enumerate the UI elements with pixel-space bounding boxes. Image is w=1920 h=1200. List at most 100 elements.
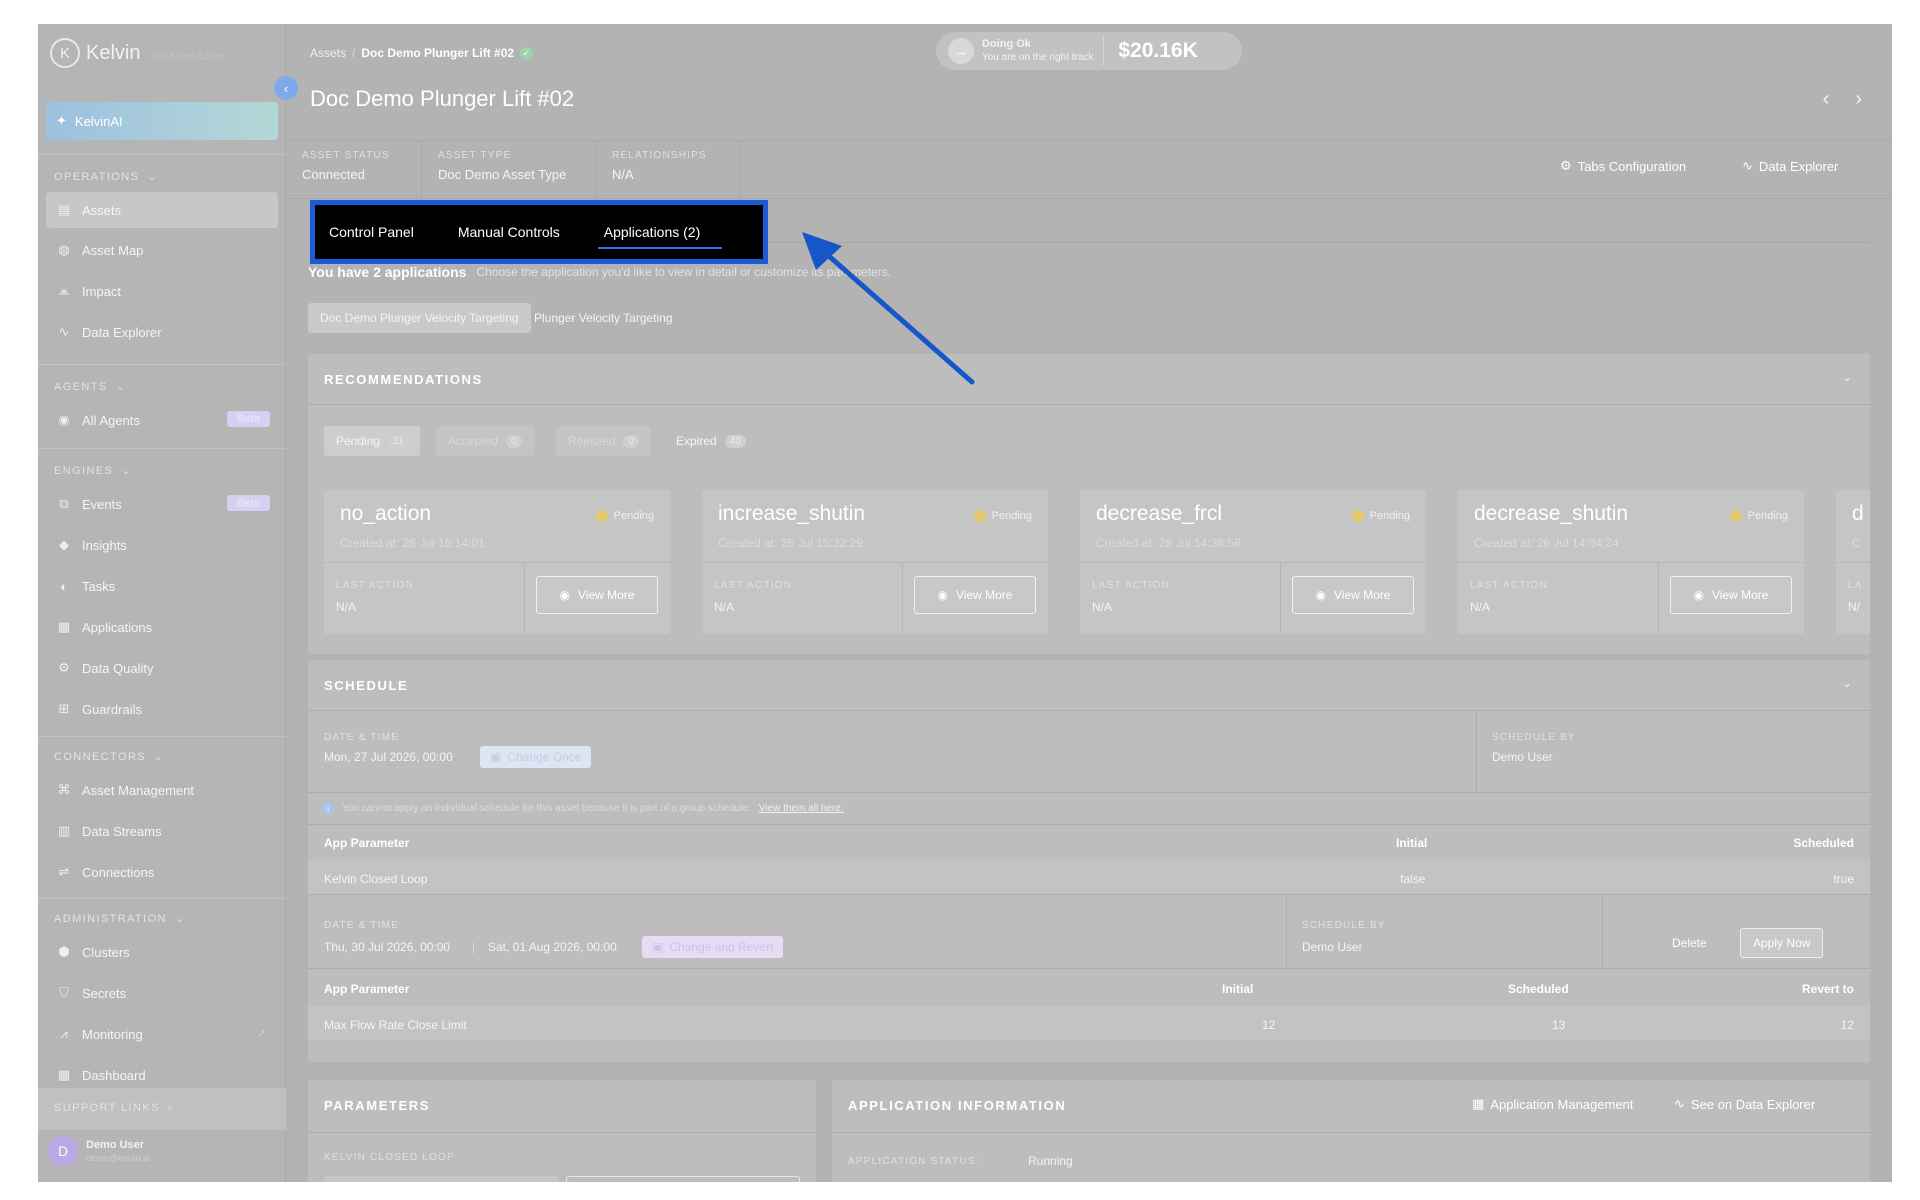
divider [1658, 562, 1659, 634]
pending-dot-icon [1729, 510, 1742, 522]
parameter-button[interactable] [566, 1176, 800, 1182]
parameters-title: PARAMETERS [324, 1098, 431, 1113]
filter-count: 0 [623, 434, 639, 448]
section-agents[interactable]: AGENTS ⌄ [54, 380, 126, 394]
tasks-icon: ◐ [60, 578, 68, 594]
sidebar-item-asset-map[interactable]: ◍ Asset Map [46, 232, 278, 268]
beta-badge: Beta [227, 411, 270, 427]
button-label: View More [1712, 588, 1769, 602]
recommendation-card[interactable]: decrease_shutin Pending Created at: 26 J… [1458, 490, 1804, 634]
sidebar-item-label: Secrets [82, 985, 127, 1001]
filter-expired[interactable]: Expired 40 [664, 426, 758, 456]
sidebar-item-applications[interactable]: ▦ Applications [46, 609, 278, 645]
support-links-bar[interactable]: SUPPORT LINKS › [38, 1088, 286, 1130]
view-more-button[interactable]: ◉ View More [1670, 576, 1792, 614]
sidebar-item-guardrails[interactable]: ⊞ Guardrails [46, 691, 278, 727]
apply-now-button[interactable]: Apply Now [1740, 928, 1824, 958]
breadcrumb-assets-link[interactable]: Assets [310, 46, 346, 60]
parameter-input[interactable] [324, 1176, 558, 1182]
filter-accepted[interactable]: Accepted 0 [436, 426, 534, 456]
asset-tabs: Control Panel Manual Controls Applicatio… [310, 200, 768, 264]
chevron-down-icon[interactable]: ⌄ [1842, 676, 1852, 690]
arrow-right-icon: → [948, 38, 974, 64]
sidebar-item-assets[interactable]: ▤ Assets [46, 192, 278, 228]
filter-pending[interactable]: Pending 11 [324, 426, 421, 456]
tab-control-panel[interactable]: Control Panel [329, 219, 436, 245]
sidebar-item-clusters[interactable]: ⬢ Clusters [46, 934, 278, 970]
section-engines[interactable]: ENGINES ⌄ [54, 464, 132, 478]
date-time-label: DATE & TIME [324, 732, 400, 743]
see-on-data-explorer-button[interactable]: ∿ See on Data Explorer [1674, 1096, 1815, 1112]
tabs-underline [768, 242, 1870, 243]
view-more-button[interactable]: ◉ View More [914, 576, 1036, 614]
sidebar-item-connections[interactable]: ⇌ Connections [46, 854, 278, 890]
chevron-down-icon[interactable]: ⌄ [1842, 370, 1852, 384]
app-tab-plunger-velocity[interactable]: Plunger Velocity Targeting [522, 303, 685, 333]
sidebar-item-insights[interactable]: ◆ Insights [46, 527, 278, 563]
pending-dot-icon [1351, 510, 1364, 522]
sidebar-item-secrets[interactable]: ⛉ Secrets [46, 975, 278, 1011]
application-information-panel: APPLICATION INFORMATION ▦ Application Man… [832, 1080, 1870, 1182]
sidebar-item-data-explorer[interactable]: ∿ Data Explorer [46, 314, 278, 350]
sidebar-item-label: Asset Map [82, 242, 144, 258]
table-row [308, 1006, 1870, 1040]
section-administration[interactable]: ADMINISTRATION ⌄ [54, 912, 186, 926]
status-label: Pending [1369, 510, 1410, 522]
main-content: Assets / Doc Demo Plunger Lift #02 ✓ → D… [286, 24, 1892, 1182]
data-explorer-button[interactable]: ∿ Data Explorer [1742, 158, 1838, 174]
recommendation-card[interactable]: decrease_frcl Pending Created at: 26 Jul… [1080, 490, 1426, 634]
sidebar-item-data-streams[interactable]: ▥ Data Streams [46, 813, 278, 849]
calendar-icon: ▣ [652, 940, 664, 954]
sidebar-item-label: Impact [82, 283, 122, 299]
recommendation-card-partial[interactable]: d C LA N/ [1836, 490, 1870, 634]
kelvinai-button[interactable]: ✦ KelvinAI [46, 102, 278, 140]
sidebar-item-tasks[interactable]: ◐ Tasks [46, 568, 278, 604]
schedule-by-label: SCHEDULE BY [1492, 732, 1576, 743]
filter-count: 11 [388, 434, 409, 448]
sidebar-item-label: Assets [82, 202, 122, 218]
kelvin-logo-icon: K [50, 38, 80, 68]
sidebar-item-all-agents[interactable]: ◉ All Agents Beta [46, 402, 278, 438]
recommendation-card[interactable]: increase_shutin Pending Created at: 26 J… [702, 490, 1048, 634]
logo[interactable]: K Kelvin Edit Kelvin Edition [50, 38, 225, 68]
meta-label: ASSET STATUS [302, 150, 390, 161]
next-asset-button[interactable]: › [1855, 88, 1862, 111]
sidebar-item-data-quality[interactable]: ⚙ Data Quality [46, 650, 278, 686]
sidebar-item-label: Clusters [82, 944, 130, 960]
change-and-revert-chip[interactable]: ▣ Change and Revert [642, 936, 784, 958]
recommendation-card[interactable]: no_action Pending Created at: 26 Jul 16:… [324, 490, 670, 634]
filter-count: 0 [506, 434, 522, 448]
eye-icon: ◉ [1315, 588, 1326, 602]
tab-manual-controls[interactable]: Manual Controls [458, 219, 582, 245]
application-management-button[interactable]: ▦ Application Management [1472, 1096, 1633, 1112]
tab-applications[interactable]: Applications (2) [597, 219, 723, 249]
view-more-button[interactable]: ◉ View More [536, 576, 658, 614]
change-once-chip[interactable]: ▣ Change Once [480, 746, 592, 768]
view-all-link[interactable]: View them all here. [759, 803, 844, 814]
app-tab-doc-demo[interactable]: Doc Demo Plunger Velocity Targeting [308, 303, 531, 333]
eye-icon: ◉ [559, 588, 570, 602]
divider [38, 448, 286, 449]
divider [1080, 562, 1426, 563]
status-value: $20.16K [1118, 39, 1198, 62]
sidebar-item-events[interactable]: ⧉ Events Beta [46, 486, 278, 522]
section-label: ADMINISTRATION [54, 912, 167, 925]
user-profile[interactable]: D Demo User demo@kelvin.ai [48, 1136, 150, 1166]
sidebar-item-label: Asset Management [82, 782, 195, 798]
view-more-button[interactable]: ◉ View More [1292, 576, 1414, 614]
sidebar-item-monitoring[interactable]: ⩘ Monitoring ↗ [46, 1016, 278, 1052]
section-operations[interactable]: OPERATIONS ⌄ [54, 170, 158, 184]
filter-rejected[interactable]: Rejected 0 [556, 426, 651, 456]
section-connectors[interactable]: CONNECTORS ⌄ [54, 750, 165, 764]
tabs-configuration-button[interactable]: ⚙ Tabs Configuration [1560, 158, 1686, 174]
collapse-sidebar-button[interactable]: ‹ [274, 76, 298, 100]
tag-icon: ◆ [59, 537, 69, 552]
delete-button[interactable]: Delete [1672, 936, 1707, 950]
pulse-icon: ∿ [1742, 158, 1753, 173]
performance-status-pill[interactable]: → Doing Ok You are on the right track $2… [936, 32, 1242, 70]
chip-label: Change Once [507, 750, 582, 764]
calendar-icon: ▣ [490, 750, 502, 764]
sidebar-item-asset-management[interactable]: ⌘ Asset Management [46, 772, 278, 808]
previous-asset-button[interactable]: ‹ [1823, 88, 1830, 111]
sidebar-item-impact[interactable]: ⩕ Impact [46, 273, 278, 309]
